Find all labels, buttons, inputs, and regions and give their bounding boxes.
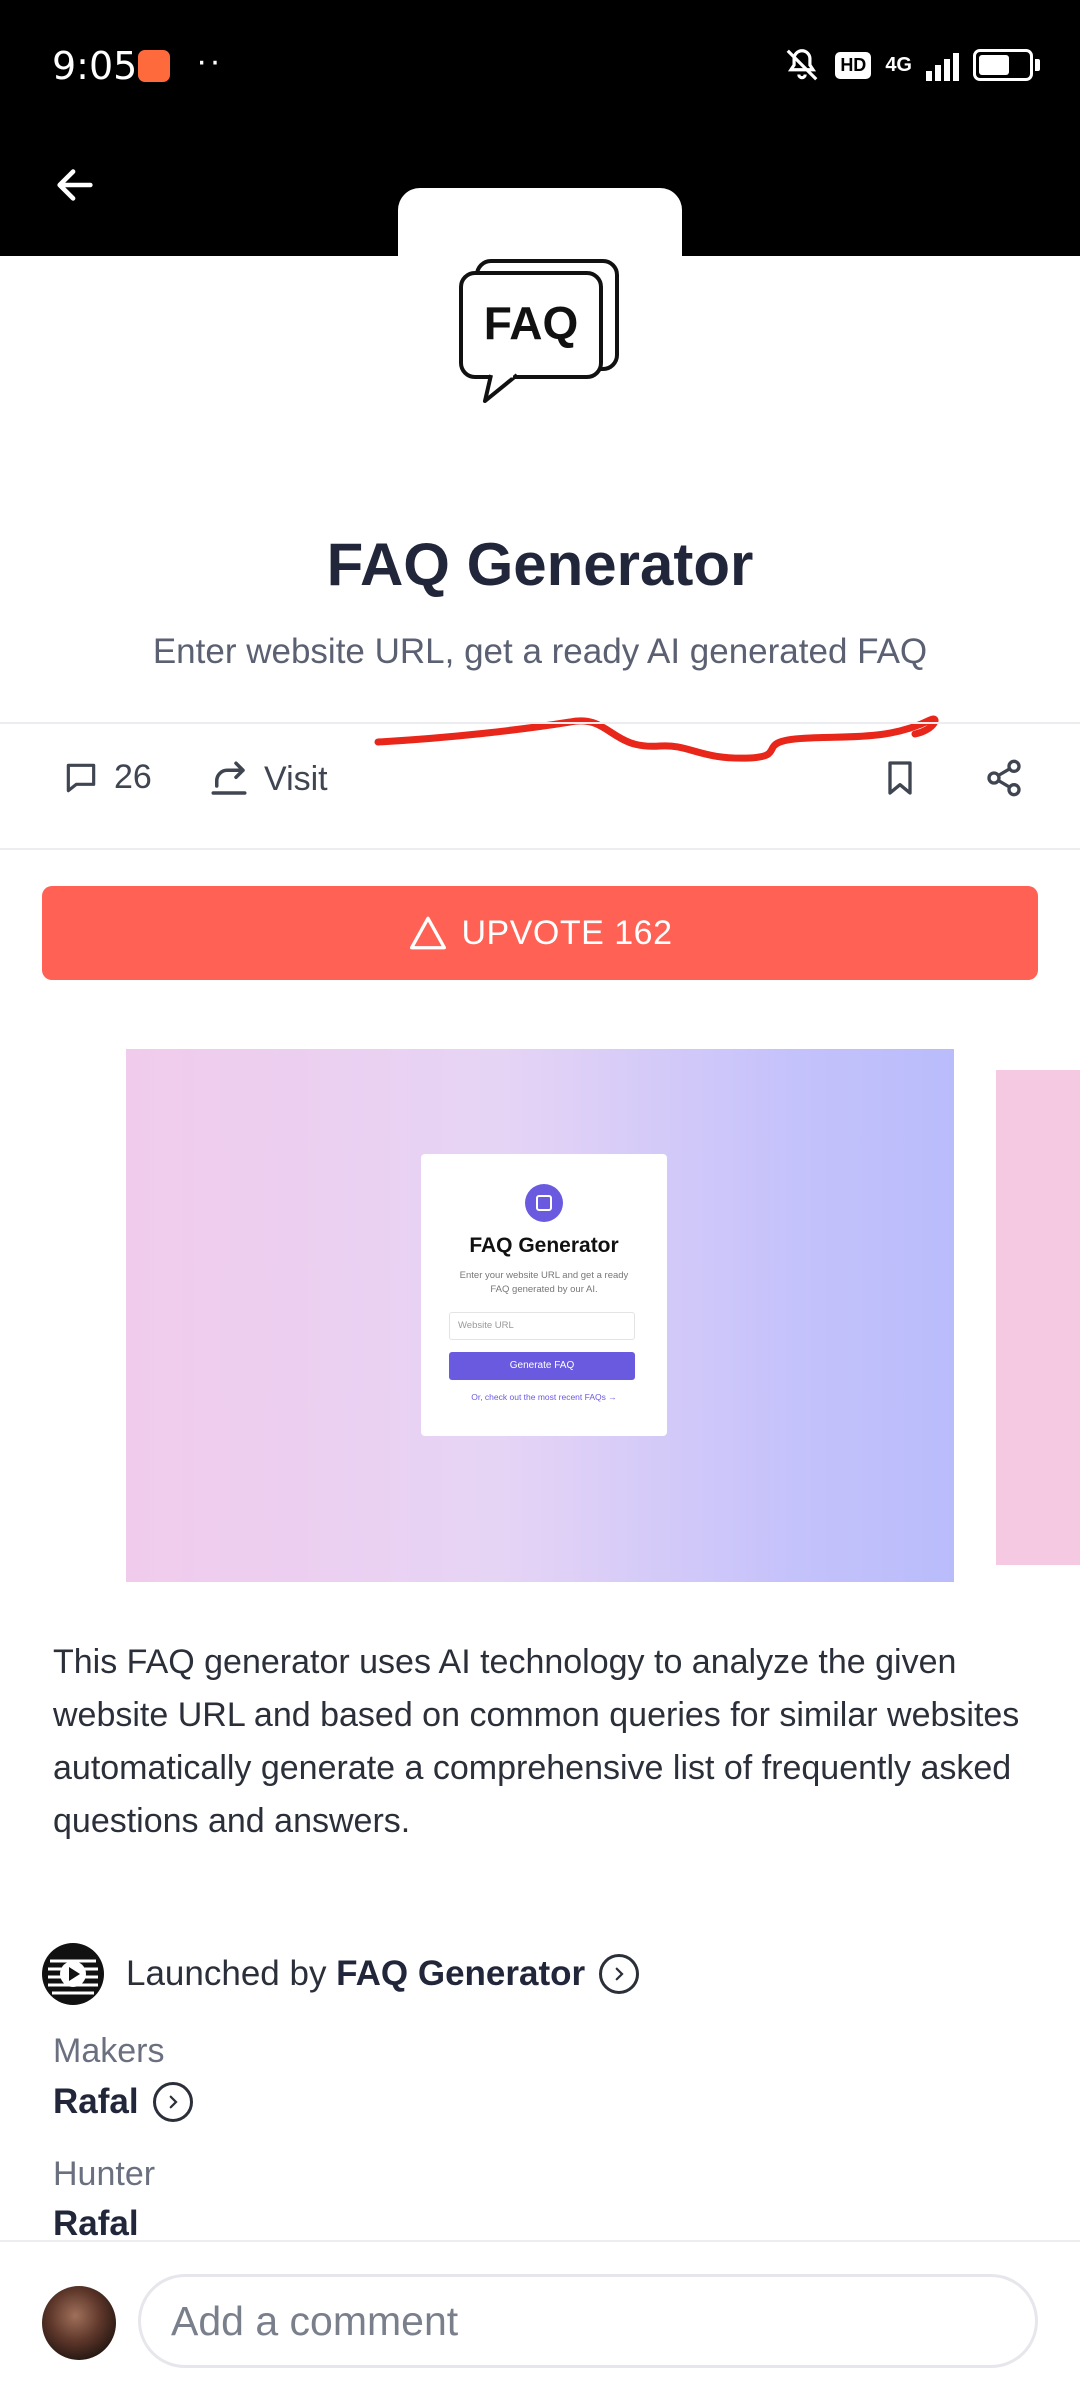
maker-row[interactable]: Rafal	[53, 2082, 193, 2122]
company-logo-icon	[48, 1959, 98, 1995]
bookmark-icon	[888, 761, 912, 795]
product-description: This FAQ generator uses AI technology to…	[53, 1643, 1020, 1840]
launched-by-row[interactable]: Launched by FAQ Generator	[42, 1942, 640, 2006]
makers-label: Makers	[53, 2032, 165, 2070]
card-link: Or, check out the most recent FAQs →	[471, 1392, 617, 1402]
chevron-right-icon[interactable]	[599, 1954, 640, 1994]
visit-label: Visit	[264, 759, 328, 798]
share-icon	[987, 759, 1021, 797]
upvote-label: UPVOTE 162	[461, 913, 673, 952]
maker-name: Rafal	[53, 2082, 139, 2121]
comment-icon	[66, 763, 96, 792]
triangle-up-icon	[409, 916, 446, 950]
hd-badge: HD	[835, 51, 872, 79]
card-title: FAQ Generator	[469, 1234, 619, 1257]
mute-icon	[786, 49, 818, 81]
comments-button[interactable]: 26	[62, 758, 152, 797]
signal-icon	[926, 49, 959, 81]
visit-button[interactable]: Visit	[208, 758, 328, 800]
product-title: FAQ Generator	[326, 531, 754, 598]
gallery-image[interactable]: FAQ Generator Enter your website URL and…	[126, 1049, 954, 1582]
user-avatar	[42, 2286, 116, 2360]
upvote-button[interactable]: UPVOTE 162	[42, 886, 1038, 980]
launched-by-prefix: Launched by	[126, 1954, 337, 1993]
company-avatar	[42, 1943, 104, 2005]
status-overflow: ··	[196, 42, 223, 80]
network-type: 4G	[885, 53, 912, 76]
divider	[0, 722, 1080, 724]
system-icons: HD 4G	[783, 46, 1040, 84]
action-row: 26 Visit	[0, 728, 1080, 848]
comment-input[interactable]: Add a comment	[138, 2274, 1038, 2368]
bookmark-button[interactable]	[880, 758, 920, 798]
chevron-right-icon[interactable]	[152, 2082, 193, 2122]
status-time: 9:05	[52, 44, 138, 88]
hunter-name[interactable]: Rafal	[53, 2204, 139, 2244]
screenshot-card: FAQ Generator Enter your website URL and…	[421, 1154, 667, 1436]
hunter-label: Hunter	[53, 2155, 156, 2193]
back-button[interactable]	[40, 150, 110, 220]
back-arrow-icon	[57, 169, 93, 201]
launched-by-company[interactable]: FAQ Generator	[336, 1954, 585, 1993]
share-out-icon	[211, 761, 247, 795]
status-bar: 9:05 ·· HD 4G	[0, 0, 1080, 130]
divider	[0, 848, 1080, 850]
notification-icon	[138, 50, 170, 82]
app-icon	[525, 1184, 563, 1222]
logo-text: FAQ	[484, 297, 579, 349]
card-description: Enter your website URL and get a ready F…	[459, 1270, 629, 1295]
share-button[interactable]	[984, 758, 1024, 798]
card-generate-button: Generate FAQ	[449, 1352, 635, 1380]
comment-count: 26	[114, 758, 152, 796]
product-tagline: Enter website URL, get a ready AI genera…	[152, 632, 928, 671]
gallery-next-image[interactable]	[996, 1070, 1080, 1565]
product-logo: FAQ	[455, 255, 625, 410]
card-url-input: Website URL	[449, 1312, 635, 1340]
battery-icon	[973, 49, 1033, 81]
